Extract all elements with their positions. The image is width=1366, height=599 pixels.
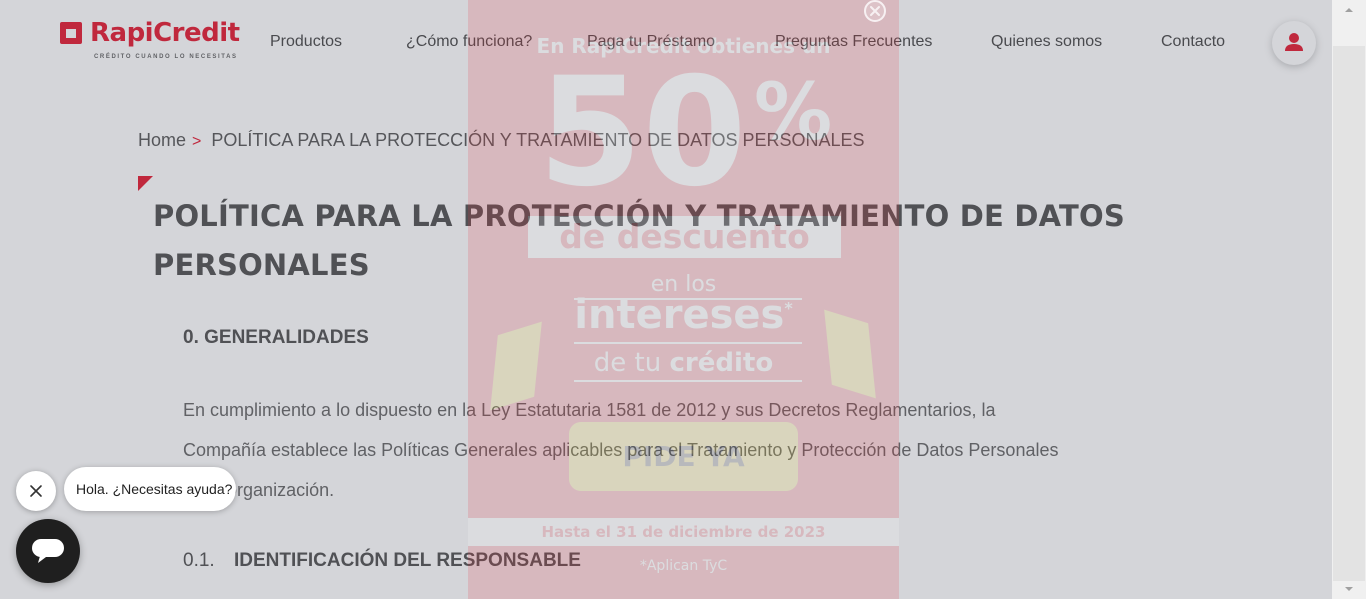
promo-discount-label: de descuento bbox=[528, 216, 841, 258]
promo-terms: *Aplican TyC bbox=[639, 558, 728, 574]
chat-icon bbox=[32, 539, 64, 563]
promo-cta-button[interactable]: PIDE YA bbox=[569, 422, 798, 491]
chat-greeting-bubble[interactable]: Hola. ¿Necesitas ayuda? bbox=[64, 467, 236, 511]
promo-deadline: Hasta el 31 de diciembre de 2023 bbox=[468, 518, 899, 546]
chat-launcher-button[interactable] bbox=[16, 519, 80, 583]
scrollbar-thumb[interactable] bbox=[1333, 46, 1365, 581]
promo-line-3-bold: crédito bbox=[669, 348, 774, 378]
close-icon bbox=[870, 6, 880, 16]
lightning-right-icon bbox=[824, 309, 876, 399]
promo-close-button[interactable] bbox=[864, 0, 886, 22]
close-icon bbox=[30, 485, 42, 497]
promo-rule-bottom bbox=[574, 380, 802, 382]
promo-discount-number: 50 bbox=[538, 46, 747, 220]
lightning-left-icon bbox=[490, 321, 542, 411]
scroll-up-arrow-icon[interactable] bbox=[1343, 4, 1355, 16]
promo-percent-sign: % bbox=[754, 68, 833, 158]
promo-intereses: intereses bbox=[574, 292, 785, 338]
promo-rule-middle bbox=[574, 342, 802, 344]
scroll-down-arrow-icon[interactable] bbox=[1343, 583, 1355, 595]
promo-asterisk: * bbox=[784, 298, 793, 318]
promo-popup[interactable]: En RapiCredit obtienes un 50 % de descue… bbox=[468, 0, 899, 599]
promo-line-3-prefix: de tu bbox=[593, 348, 662, 378]
chat-dismiss-button[interactable] bbox=[16, 471, 56, 511]
